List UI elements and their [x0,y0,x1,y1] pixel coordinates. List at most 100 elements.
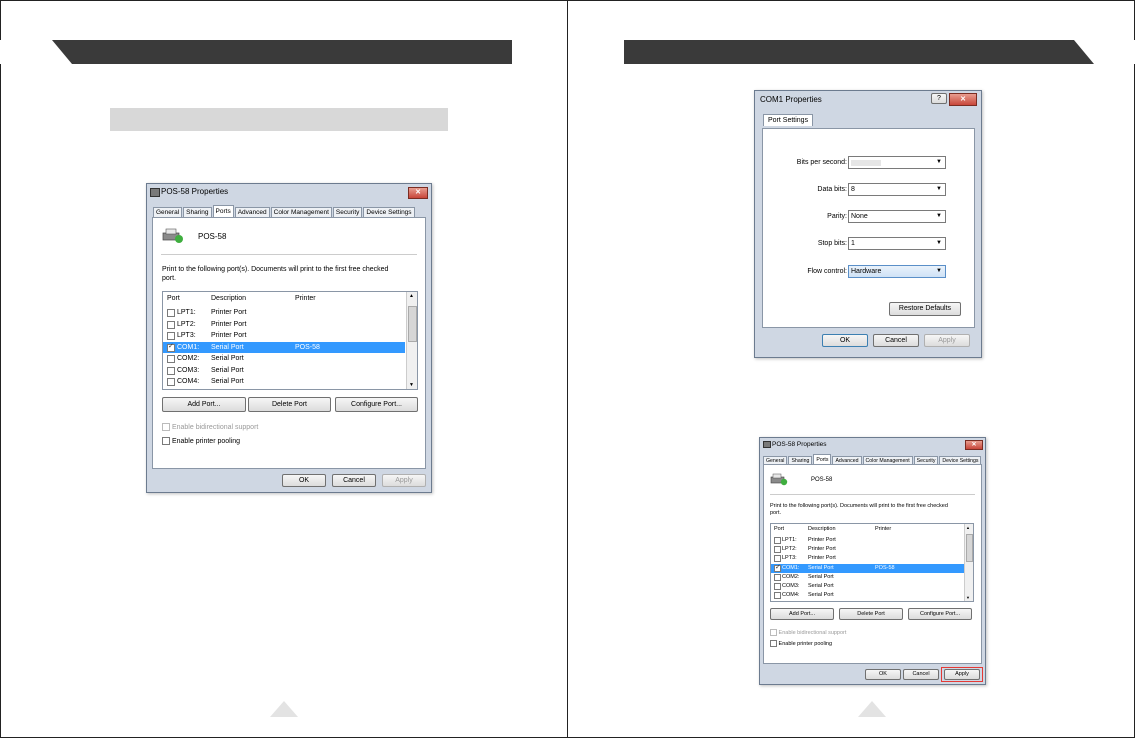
port-checkbox[interactable] [774,573,781,581]
port-checkbox[interactable] [774,537,781,544]
apply-button[interactable]: Apply [924,334,970,347]
table-row[interactable]: COM3: Serial Port [771,582,973,591]
pooling-option[interactable]: Enable printer pooling [162,437,240,445]
tab-general[interactable]: General [153,207,183,217]
tab-sharing[interactable]: Sharing [183,207,212,217]
close-icon[interactable]: ✕ [965,440,983,450]
port-description: Printer Port [211,332,247,339]
table-row[interactable]: COM3: Serial Port [163,365,417,377]
port-checkbox[interactable] [774,546,781,554]
bidirectional-checkbox[interactable] [162,423,170,431]
tab-ports[interactable]: Ports [212,205,234,217]
column-printer[interactable]: Printer [295,295,316,302]
list-scrollbar[interactable]: ▲ ▼ [406,292,417,389]
table-row[interactable]: COM4: Serial Port [771,591,973,600]
port-checkbox[interactable] [167,366,175,375]
table-row[interactable]: LPT2: Printer Port [771,545,973,554]
stop-bits-label: Stop bits: [817,240,847,247]
add-port-button[interactable]: Add Port... [770,608,834,620]
table-row[interactable]: COM2: Serial Port [163,353,417,365]
table-row[interactable]: COM4: Serial Port [163,376,417,388]
help-icon[interactable]: ? [931,93,947,104]
port-checkbox[interactable] [774,555,781,563]
close-icon[interactable]: ✕ [408,187,428,199]
cancel-button[interactable]: Cancel [903,669,939,680]
scroll-up-icon[interactable]: ▲ [409,293,414,299]
scroll-thumb[interactable] [408,306,417,342]
chevron-down-icon: ▼ [936,159,942,165]
tab-color-management[interactable]: Color Management [270,207,332,217]
port-checkbox[interactable] [167,342,175,352]
port-checkbox[interactable] [774,592,781,600]
ok-button[interactable]: OK [282,474,326,487]
table-row[interactable]: LPT3: Printer Port [771,554,973,563]
port-checkbox[interactable] [167,332,175,340]
bidirectional-checkbox[interactable] [770,629,777,636]
chevron-down-icon: ▼ [936,186,942,192]
delete-port-button[interactable]: Delete Port [839,608,903,620]
flow-control-select[interactable]: Hardware ▼ [848,265,946,278]
tab-device-settings[interactable]: Device Settings [363,207,415,217]
table-row[interactable]: LPT2: Printer Port [163,319,417,331]
chevron-down-icon: ▼ [936,213,942,219]
close-icon[interactable]: ✕ [949,93,977,106]
stop-bits-select[interactable]: 1 ▼ [848,237,946,250]
column-description[interactable]: Description [211,295,246,302]
table-row-selected[interactable]: COM1: Serial Port POS-58 [163,341,405,353]
tab-port-settings[interactable]: Port Settings [763,114,814,126]
column-printer[interactable]: Printer [875,526,891,532]
column-port[interactable]: Port [774,526,784,532]
bidirectional-option[interactable]: Enable bidirectional support [162,423,258,431]
scroll-down-icon[interactable]: ▼ [409,382,414,388]
ok-button[interactable]: OK [822,334,868,347]
scroll-thumb[interactable] [966,534,973,562]
restore-defaults-button[interactable]: Restore Defaults [889,302,961,316]
column-port[interactable]: Port [167,295,180,302]
list-scrollbar[interactable]: ▲ ▼ [964,524,973,601]
port-description: Printer Port [808,537,836,543]
port-name: LPT1: [782,537,797,543]
tab-advanced[interactable]: Advanced [234,207,270,217]
table-row-selected[interactable]: COM1: Serial Port POS-58 [771,563,964,573]
cancel-button[interactable]: Cancel [332,474,376,487]
ports-list[interactable]: Port Description Printer LPT1: Printer P… [162,291,418,390]
scroll-up-icon[interactable]: ▲ [966,525,970,530]
bidirectional-option[interactable]: Enable bidirectional support [770,629,846,636]
right-header-notch [1074,40,1135,64]
port-checkbox[interactable] [774,582,781,590]
apply-button[interactable]: Apply [382,474,426,487]
configure-port-button[interactable]: Configure Port... [908,608,972,620]
add-port-button[interactable]: Add Port... [162,397,246,412]
bits-per-second-select[interactable]: ▼ [848,156,946,169]
port-description: Serial Port [211,355,244,362]
port-checkbox[interactable] [167,355,175,363]
port-name: COM4: [177,378,200,385]
configure-port-button[interactable]: Configure Port... [335,397,418,412]
port-checkbox[interactable] [167,378,175,386]
cancel-button[interactable]: Cancel [873,334,919,347]
port-printer: POS-58 [875,564,895,571]
dialog-title: COM1 Properties [760,95,822,104]
port-checkbox[interactable] [167,309,175,317]
port-name: COM1: [782,564,800,571]
table-row[interactable]: COM2: Serial Port [771,573,973,582]
bidirectional-label: Enable bidirectional support [171,423,259,431]
table-row[interactable]: LPT1: Printer Port [163,307,417,319]
port-description: Serial Port [808,582,834,589]
tab-strip: General Sharing Ports Advanced Color Man… [153,205,416,217]
tab-security[interactable]: Security [332,207,363,217]
port-checkbox[interactable] [774,563,781,572]
data-bits-select[interactable]: 8 ▼ [848,183,946,196]
scroll-down-icon[interactable]: ▼ [966,595,970,600]
table-row[interactable]: LPT1: Printer Port [771,536,973,545]
pooling-option[interactable]: Enable printer pooling [770,640,832,647]
port-checkbox[interactable] [167,320,175,329]
ok-button[interactable]: OK [865,669,901,680]
delete-port-button[interactable]: Delete Port [248,397,331,412]
table-row[interactable]: LPT3: Printer Port [163,330,417,342]
pooling-checkbox[interactable] [770,640,777,647]
parity-select[interactable]: None ▼ [848,210,946,223]
pooling-checkbox[interactable] [162,437,170,445]
column-description[interactable]: Description [808,526,836,532]
ports-list[interactable]: Port Description Printer LPT1: Printer P… [770,523,974,602]
